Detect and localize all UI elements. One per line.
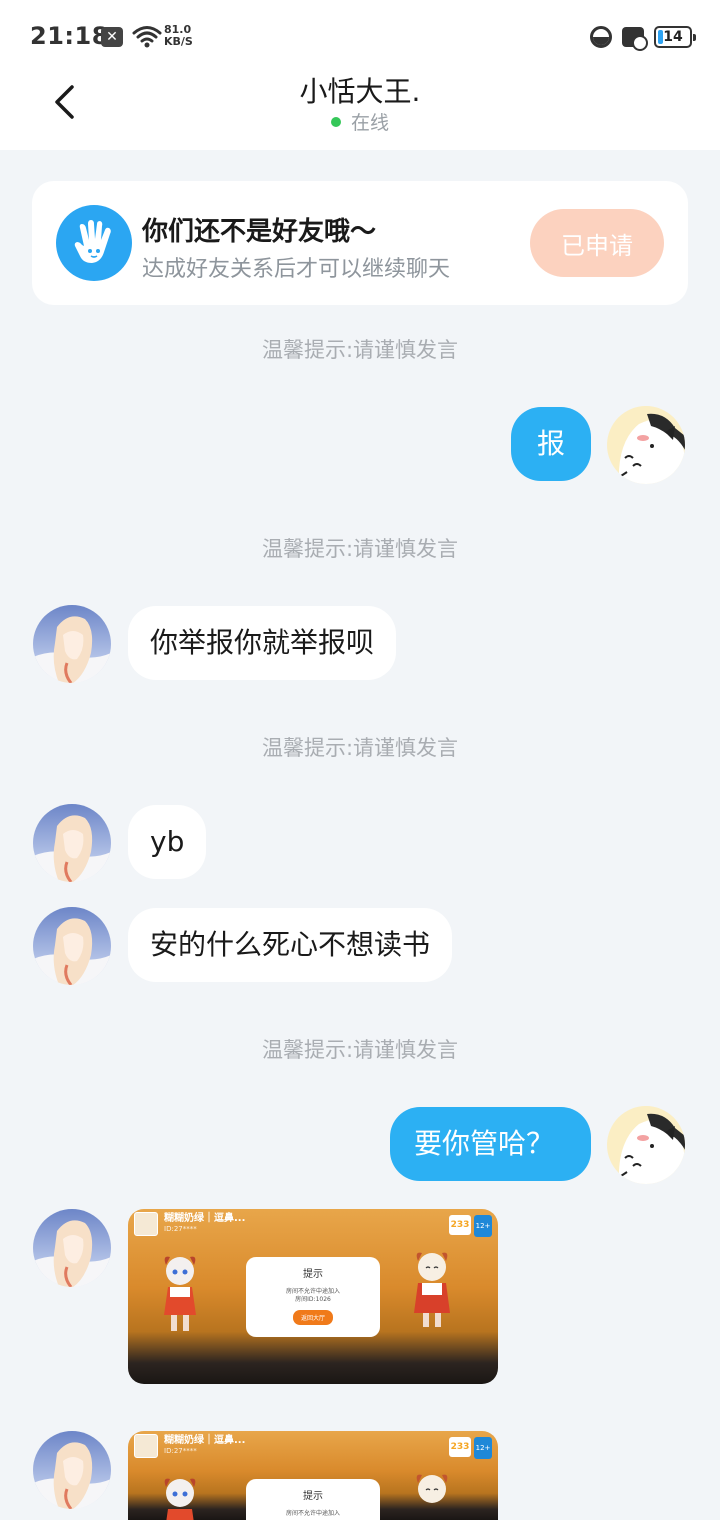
wifi-icon — [132, 26, 162, 48]
message-muted-icon — [622, 27, 648, 51]
game-character-right — [414, 1252, 450, 1327]
game-character-left — [164, 1256, 196, 1331]
network-speed: 81.0 KB/S — [164, 24, 193, 48]
game-dialog-line2: 房间ID:1026 — [295, 1296, 331, 1303]
contact-name[interactable]: 小恬大王. — [0, 70, 720, 110]
age-rating-badge: 12+ — [474, 1437, 492, 1459]
game-title: 糊糊奶绿｜逗鼻... ID:27**** — [164, 1435, 245, 1457]
game-dialog-text: 房间不允许中途加入 房间ID:1026 — [246, 1288, 380, 1304]
message-bubble-outgoing[interactable]: 报 — [511, 407, 591, 481]
caution-tip: 温馨提示:请谨慎发言 — [261, 1038, 459, 1062]
game-character-right — [416, 1474, 448, 1503]
my-avatar[interactable] — [607, 1106, 685, 1184]
game-badges: 233 12+ — [449, 1215, 492, 1237]
battery-icon: 14 — [654, 26, 696, 48]
my-avatar[interactable] — [607, 406, 685, 484]
image-message[interactable]: 糊糊奶绿｜逗鼻... ID:27**** 233 12+ 提示 房间不允许中途加… — [128, 1209, 498, 1384]
game-header: 糊糊奶绿｜逗鼻... ID:27**** — [128, 1209, 498, 1239]
contact-avatar[interactable] — [33, 605, 111, 683]
game-thumbnail — [134, 1434, 158, 1458]
game-dialog-line1: 房间不允许中途加入 — [285, 1510, 340, 1517]
online-status: 在线 — [0, 108, 720, 135]
friend-notice-title: 你们还不是好友哦～ — [142, 217, 377, 247]
game-title: 糊糊奶绿｜逗鼻... ID:27**** — [164, 1213, 245, 1235]
game-title-text: 糊糊奶绿｜逗鼻... — [164, 1435, 246, 1446]
game-thumbnail — [134, 1212, 158, 1236]
game-badges: 233 12+ — [449, 1437, 492, 1459]
caution-tip: 温馨提示:请谨慎发言 — [261, 537, 459, 561]
message-bubble-incoming[interactable]: 你举报你就举报呗 — [128, 606, 397, 680]
game-dialog-title: 提示 — [303, 1491, 323, 1502]
game-dialog-line1: 房间不允许中途加入 — [285, 1288, 340, 1295]
battery-level: 14 — [663, 29, 683, 45]
game-dialog-text: 房间不允许中途加入 — [246, 1510, 380, 1518]
platform-badge: 233 — [449, 1215, 471, 1235]
online-status-label: 在线 — [350, 112, 389, 134]
game-dialog-button: 返回大厅 — [292, 1310, 333, 1325]
status-bar: 21:18 ✕ 81.0 KB/S 14 — [0, 0, 720, 70]
caution-tip: 温馨提示:请谨慎发言 — [261, 736, 459, 760]
game-subtitle: ID:27**** — [164, 1447, 197, 1455]
platform-badge: 233 — [449, 1437, 471, 1457]
online-dot-icon — [330, 117, 341, 127]
contact-avatar[interactable] — [33, 1431, 111, 1509]
age-rating-badge: 12+ — [474, 1215, 492, 1237]
status-time: 21:18 — [30, 22, 109, 50]
message-bubble-incoming[interactable]: 安的什么死心不想读书 — [128, 908, 453, 982]
contact-avatar[interactable] — [33, 1209, 111, 1287]
game-dialog: 提示 房间不允许中途加入 房间ID:1026 返回大厅 — [246, 1257, 380, 1337]
game-subtitle: ID:27**** — [164, 1225, 197, 1233]
data-saver-icon — [590, 26, 612, 48]
message-bubble-incoming[interactable]: yb — [128, 805, 207, 879]
game-character-left — [164, 1478, 196, 1520]
game-dialog-title: 提示 — [303, 1269, 323, 1280]
message-bubble-outgoing[interactable]: 要你管哈？ — [390, 1107, 591, 1181]
hand-wave-icon — [56, 205, 132, 281]
friend-request-status-button[interactable]: 已申请 — [530, 209, 664, 277]
game-title-text: 糊糊奶绿｜逗鼻... — [164, 1213, 246, 1224]
image-message[interactable]: 糊糊奶绿｜逗鼻... ID:27**** 233 12+ 提示 房间不允许中途加… — [128, 1431, 498, 1520]
caution-tip: 温馨提示:请谨慎发言 — [261, 338, 459, 362]
contact-avatar[interactable] — [33, 804, 111, 882]
game-header: 糊糊奶绿｜逗鼻... ID:27**** — [128, 1431, 498, 1461]
notification-x-icon: ✕ — [101, 27, 123, 47]
friend-request-card: 你们还不是好友哦～ 达成好友关系后才可以继续聊天 已申请 — [32, 181, 688, 305]
network-speed-unit: KB/S — [164, 35, 193, 48]
game-dialog: 提示 房间不允许中途加入 — [246, 1479, 380, 1520]
chat-header: 小恬大王. 在线 — [0, 70, 720, 150]
friend-notice-subtitle: 达成好友关系后才可以继续聊天 — [142, 257, 451, 282]
contact-avatar[interactable] — [33, 907, 111, 985]
